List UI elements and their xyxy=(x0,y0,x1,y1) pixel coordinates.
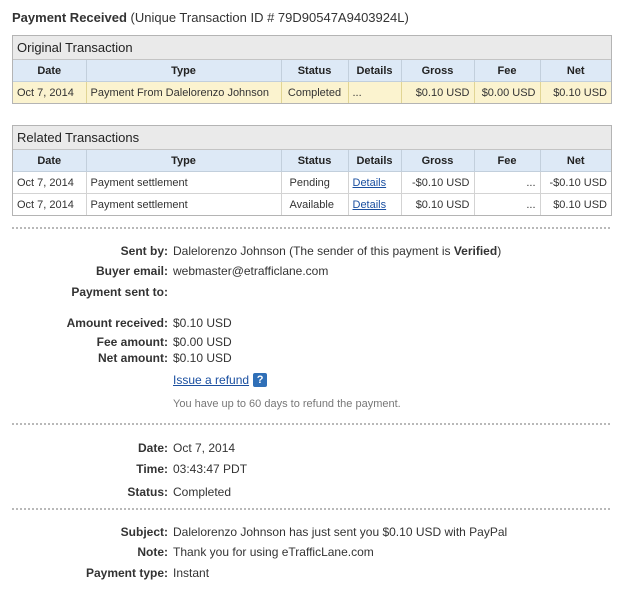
col-gross: Gross xyxy=(400,60,475,82)
net-amount-value: $0.10 USD xyxy=(173,351,232,365)
payment-sent-to-label: Payment sent to: xyxy=(71,285,168,299)
section-divider xyxy=(12,508,610,510)
sender-name: Dalelorenzo Johnson xyxy=(173,244,286,258)
original-transaction-title: Original Transaction xyxy=(13,36,611,60)
subject-value: Dalelorenzo Johnson has just sent you $0… xyxy=(173,525,508,539)
fee-amount-label: Fee amount: xyxy=(96,335,168,349)
original-transaction-box: Original Transaction Date Type Status De… xyxy=(12,35,612,104)
cell-fee: ... xyxy=(473,171,541,194)
col-net: Net xyxy=(539,60,611,82)
cell-details: ... xyxy=(347,81,402,103)
amount-received-label: Amount received: xyxy=(66,316,168,330)
buyer-email-label: Buyer email: xyxy=(95,264,168,278)
time-value: 03:43:47 PDT xyxy=(173,462,248,476)
page-header: Payment Received (Unique Transaction ID … xyxy=(12,10,409,25)
col-details: Details xyxy=(347,60,402,82)
cell-gross: $0.10 USD xyxy=(400,81,475,103)
amount-received-value: $0.10 USD xyxy=(173,316,232,330)
cell-date: Oct 7, 2014 xyxy=(13,81,87,103)
refund-note: You have up to 60 days to refund the pay… xyxy=(173,398,401,410)
buyer-email-value: webmaster@etrafficlane.com xyxy=(173,264,329,278)
details-link[interactable]: Details xyxy=(353,199,387,211)
time-label: Time: xyxy=(136,462,168,476)
table-row: Oct 7, 2014 Payment settlement Available… xyxy=(13,193,611,215)
note-value: Thank you for using eTrafficLane.com xyxy=(173,545,374,559)
cell-net: -$0.10 USD xyxy=(539,171,611,194)
col-fee: Fee xyxy=(473,150,541,172)
net-amount-label: Net amount: xyxy=(98,351,168,365)
verified-status: Verified xyxy=(453,244,498,258)
subject-label: Subject: xyxy=(120,525,168,539)
issue-refund-row: Issue a refund ? xyxy=(173,373,268,387)
col-type: Type xyxy=(85,60,282,82)
date-label: Date: xyxy=(137,441,168,455)
transaction-id: (Unique Transaction ID # 79D90547A940392… xyxy=(130,10,409,25)
related-transactions-box: Related Transactions Date Type Status De… xyxy=(12,125,612,216)
status-label: Status: xyxy=(127,485,168,499)
details-link[interactable]: Details xyxy=(353,177,387,189)
section-divider xyxy=(12,227,610,229)
cell-status: Available xyxy=(280,193,349,215)
cell-fee: $0.00 USD xyxy=(473,81,541,103)
cell-gross: -$0.10 USD xyxy=(400,171,475,194)
cell-type: Payment settlement xyxy=(85,171,282,194)
sent-by-label: Sent by: xyxy=(120,244,168,258)
details-link-cell: Details xyxy=(347,193,402,215)
col-fee: Fee xyxy=(473,60,541,82)
col-date: Date xyxy=(13,60,87,82)
payment-type-value: Instant xyxy=(173,566,210,580)
payment-type-label: Payment type: xyxy=(85,566,168,580)
related-transactions-table: Date Type Status Details Gross Fee Net O… xyxy=(13,150,611,215)
cell-type: Payment From Dalelorenzo Johnson xyxy=(85,81,282,103)
col-date: Date xyxy=(13,150,87,172)
cell-net: $0.10 USD xyxy=(539,193,611,215)
note-label: Note: xyxy=(137,545,168,559)
cell-gross: $0.10 USD xyxy=(400,193,475,215)
sender-note: (The sender of this payment is xyxy=(285,244,454,258)
help-icon[interactable]: ? xyxy=(253,373,268,387)
original-transaction-table: Date Type Status Details Gross Fee Net O… xyxy=(13,60,611,103)
fee-amount-value: $0.00 USD xyxy=(173,335,232,349)
cell-fee: ... xyxy=(473,193,541,215)
date-value: Oct 7, 2014 xyxy=(173,441,236,455)
issue-refund-link[interactable]: Issue a refund xyxy=(173,373,249,387)
page-title: Payment Received xyxy=(12,10,127,25)
col-status: Status xyxy=(280,60,349,82)
col-details: Details xyxy=(347,150,402,172)
cell-date: Oct 7, 2014 xyxy=(13,171,87,194)
col-status: Status xyxy=(280,150,349,172)
section-divider xyxy=(12,423,610,425)
table-row: Oct 7, 2014 Payment From Dalelorenzo Joh… xyxy=(13,81,611,103)
cell-date: Oct 7, 2014 xyxy=(13,193,87,215)
sender-note-end: ) xyxy=(497,244,502,258)
related-transactions-title: Related Transactions xyxy=(13,126,611,150)
col-net: Net xyxy=(539,150,611,172)
col-type: Type xyxy=(85,150,282,172)
sent-by-value: Dalelorenzo Johnson (The sender of this … xyxy=(173,244,501,258)
cell-type: Payment settlement xyxy=(85,193,282,215)
table-header-row: Date Type Status Details Gross Fee Net xyxy=(13,60,611,82)
col-gross: Gross xyxy=(400,150,475,172)
cell-net: $0.10 USD xyxy=(539,81,611,103)
table-header-row: Date Type Status Details Gross Fee Net xyxy=(13,150,611,172)
cell-status: Completed xyxy=(280,81,349,103)
details-link-cell: Details xyxy=(347,171,402,194)
cell-status: Pending xyxy=(280,171,349,194)
status-value: Completed xyxy=(173,485,232,499)
table-row: Oct 7, 2014 Payment settlement Pending D… xyxy=(13,171,611,194)
